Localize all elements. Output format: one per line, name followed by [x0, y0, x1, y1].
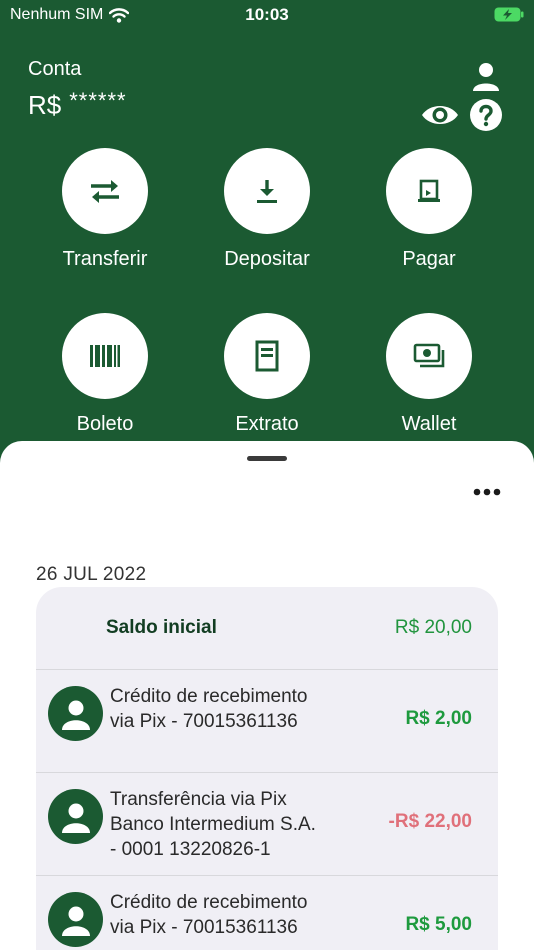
transfer-circle[interactable]: [62, 148, 148, 234]
person-icon: [61, 906, 90, 936]
initial-balance-label: Saldo inicial: [106, 617, 217, 638]
statement-circle[interactable]: [224, 313, 310, 399]
statement-button[interactable]: Extrato: [187, 313, 347, 436]
battery-icon: [494, 7, 524, 22]
currency-symbol: R$: [28, 90, 62, 120]
boleto-button[interactable]: Boleto: [25, 313, 185, 436]
person-icon: [61, 700, 90, 730]
statement-date: 26 JUL 2022: [36, 564, 147, 585]
transfer-icon: [91, 180, 119, 203]
transfer-label: Transferir: [62, 248, 148, 270]
wallet-circle[interactable]: [386, 313, 472, 399]
transaction-description: Transferência via Pix Banco Intermedium …: [110, 789, 316, 860]
pay-icon: [418, 179, 440, 202]
initial-balance-row: Saldo inicial R$ 20,00: [36, 587, 498, 670]
account-label: Conta: [28, 58, 82, 80]
clock: 10:03: [245, 5, 289, 24]
deposit-button[interactable]: Depositar: [187, 148, 347, 271]
transaction-amount: R$ 5,00: [405, 914, 472, 935]
statement-card: Saldo inicial R$ 20,00 Crédito de recebi…: [36, 587, 498, 950]
transaction-description: Crédito de recebimento via Pix - 7001536…: [110, 686, 308, 732]
transaction-description: Crédito de recebimento via Pix - 7001536…: [110, 892, 308, 938]
person-icon: [61, 803, 90, 833]
transfer-button[interactable]: Transferir: [25, 148, 185, 271]
wallet-icon: [413, 343, 445, 368]
barcode-icon: [90, 345, 120, 367]
transaction-row[interactable]: Crédito de recebimento via Pix - 7001536…: [36, 670, 498, 773]
pay-button[interactable]: Pagar: [349, 148, 509, 271]
transaction-amount: R$ 2,00: [405, 708, 472, 729]
initial-balance-value: R$ 20,00: [394, 617, 472, 638]
status-bar: Nenhum SIM 10:03: [0, 0, 534, 30]
deposit-icon: [257, 180, 277, 203]
avatar: [48, 892, 103, 947]
eye-icon[interactable]: [420, 100, 460, 130]
statement-sheet: 26 JUL 2022 Saldo inicial R$ 20,00 Crédi…: [0, 441, 534, 950]
pay-circle[interactable]: [386, 148, 472, 234]
balance: R$ ******: [28, 88, 127, 121]
wallet-label: Wallet: [401, 413, 457, 435]
more-options-icon[interactable]: [473, 485, 501, 499]
boleto-circle[interactable]: [62, 313, 148, 399]
help-icon[interactable]: [469, 98, 503, 132]
transaction-row[interactable]: Crédito de recebimento via Pix - 7001536…: [36, 876, 498, 950]
profile-icon[interactable]: [471, 62, 501, 92]
deposit-label: Depositar: [224, 248, 310, 270]
deposit-circle[interactable]: [224, 148, 310, 234]
transaction-row[interactable]: Transferência via Pix Banco Intermedium …: [36, 773, 498, 876]
masked-balance: ******: [69, 88, 127, 113]
statement-icon: [255, 340, 279, 372]
boleto-label: Boleto: [76, 413, 134, 435]
wallet-button[interactable]: Wallet: [349, 313, 509, 436]
sheet-drag-handle[interactable]: [247, 456, 287, 461]
avatar: [48, 789, 103, 844]
pay-label: Pagar: [402, 248, 456, 270]
transaction-amount: -R$ 22,00: [388, 811, 472, 832]
statement-label: Extrato: [235, 413, 299, 435]
avatar: [48, 686, 103, 741]
